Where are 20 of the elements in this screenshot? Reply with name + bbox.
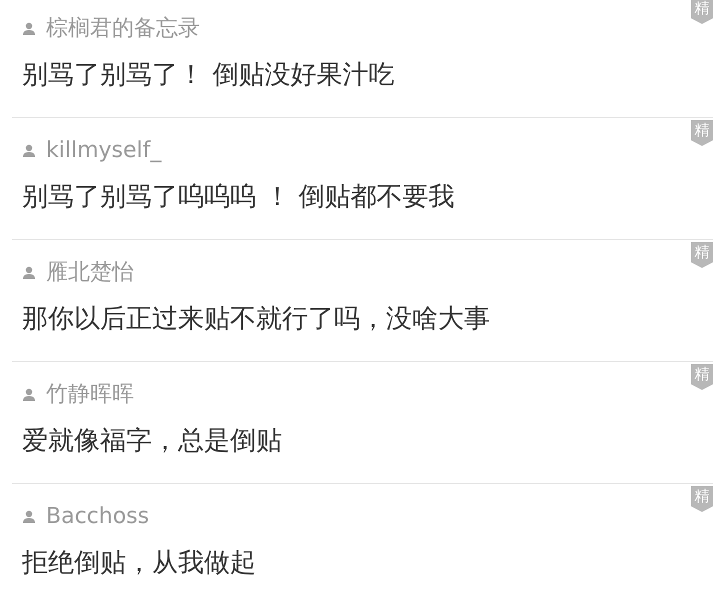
comment-text: 爱就像福字，总是倒贴 xyxy=(22,425,283,458)
username[interactable]: killmyself_ xyxy=(46,136,162,166)
user-icon xyxy=(22,144,36,158)
username[interactable]: 竹静晖晖 xyxy=(46,380,134,410)
featured-badge: 精 xyxy=(691,120,713,146)
featured-badge: 精 xyxy=(691,364,713,390)
username[interactable]: Bacchoss xyxy=(46,502,150,532)
user-icon xyxy=(22,266,36,280)
featured-badge: 精 xyxy=(691,242,713,268)
comment-text: 拒绝倒贴，从我做起 xyxy=(22,547,257,580)
comment-text: 别骂了别骂了呜呜呜 ！ 倒贴都不要我 xyxy=(22,181,456,214)
featured-badge: 精 xyxy=(691,0,713,24)
featured-badge: 精 xyxy=(691,486,713,512)
user-icon xyxy=(22,22,36,36)
comment-text: 别骂了别骂了！ 倒贴没好果汁吃 xyxy=(22,59,396,92)
comment-text: 那你以后正过来贴不就行了吗，没啥大事 xyxy=(22,303,491,336)
username[interactable]: 雁北楚怡 xyxy=(46,258,134,288)
username[interactable]: 棕榈君的备忘录 xyxy=(46,14,200,44)
user-icon xyxy=(22,510,36,524)
user-icon xyxy=(22,388,36,402)
